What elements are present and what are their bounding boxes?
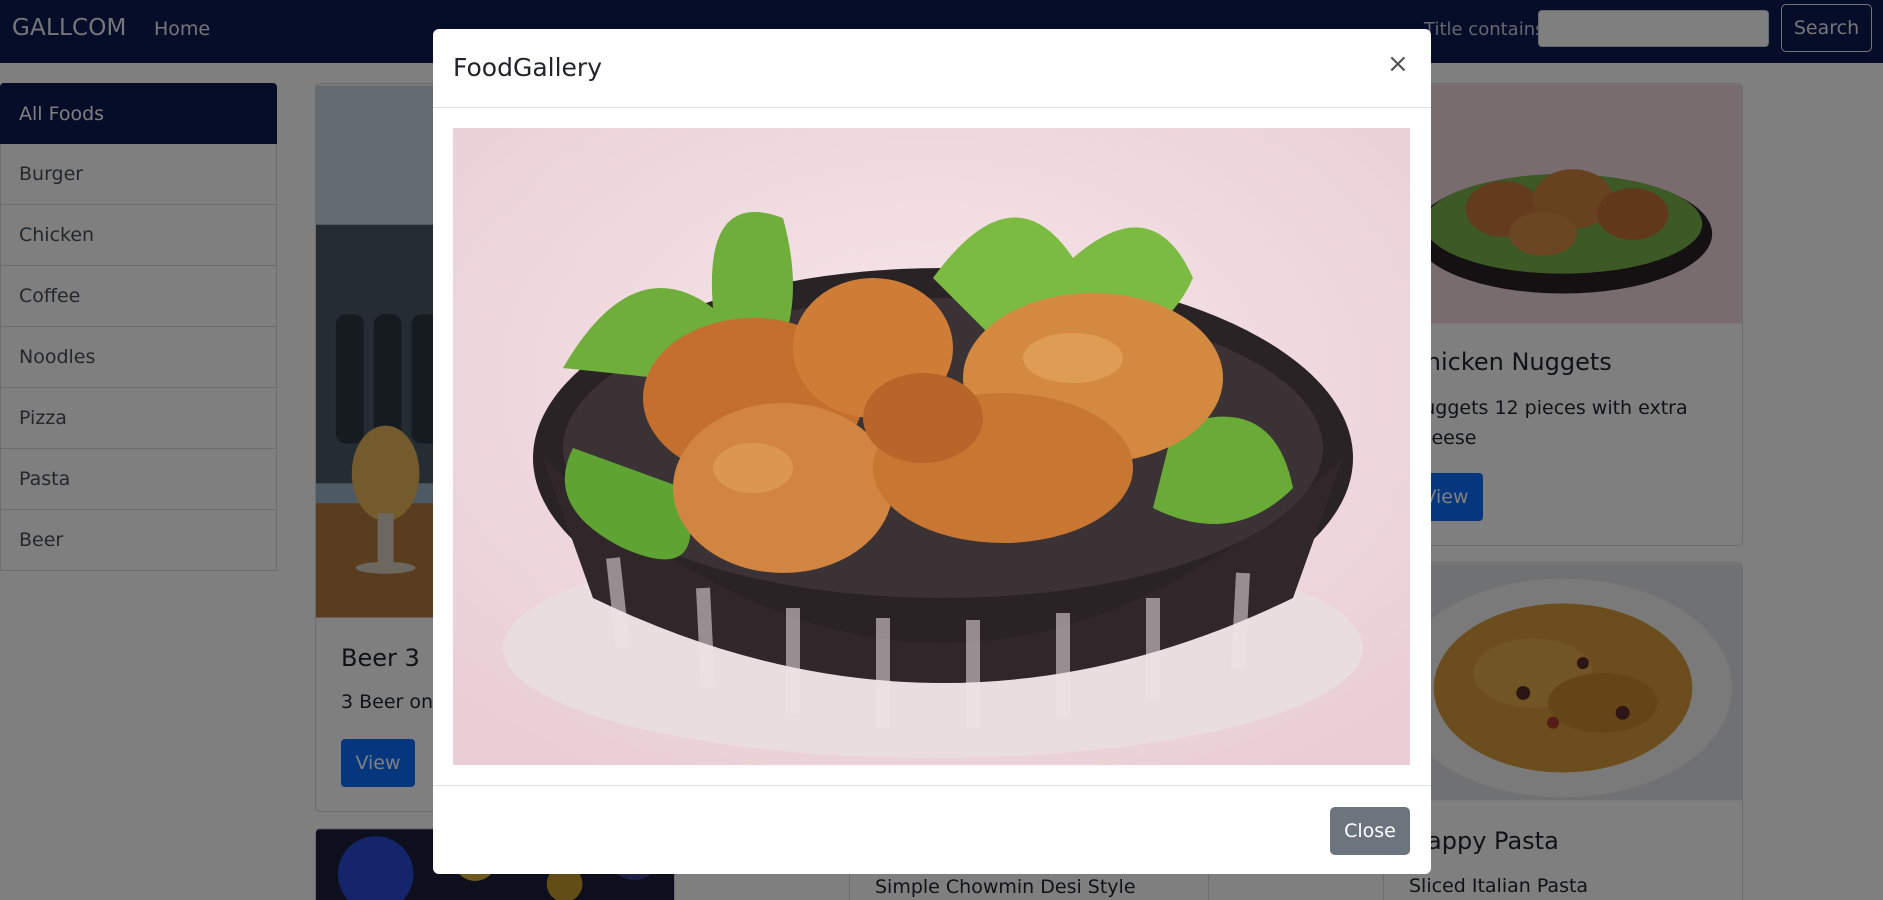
image-modal: FoodGallery × Close xyxy=(433,29,1431,874)
modal-image xyxy=(453,128,1410,765)
modal-title: FoodGallery xyxy=(453,53,602,82)
modal-header: FoodGallery × xyxy=(433,29,1431,108)
close-button[interactable]: Close xyxy=(1330,807,1410,855)
modal-footer: Close xyxy=(433,785,1431,874)
nuggets-photo xyxy=(453,128,1410,765)
close-icon[interactable]: × xyxy=(1387,49,1409,79)
